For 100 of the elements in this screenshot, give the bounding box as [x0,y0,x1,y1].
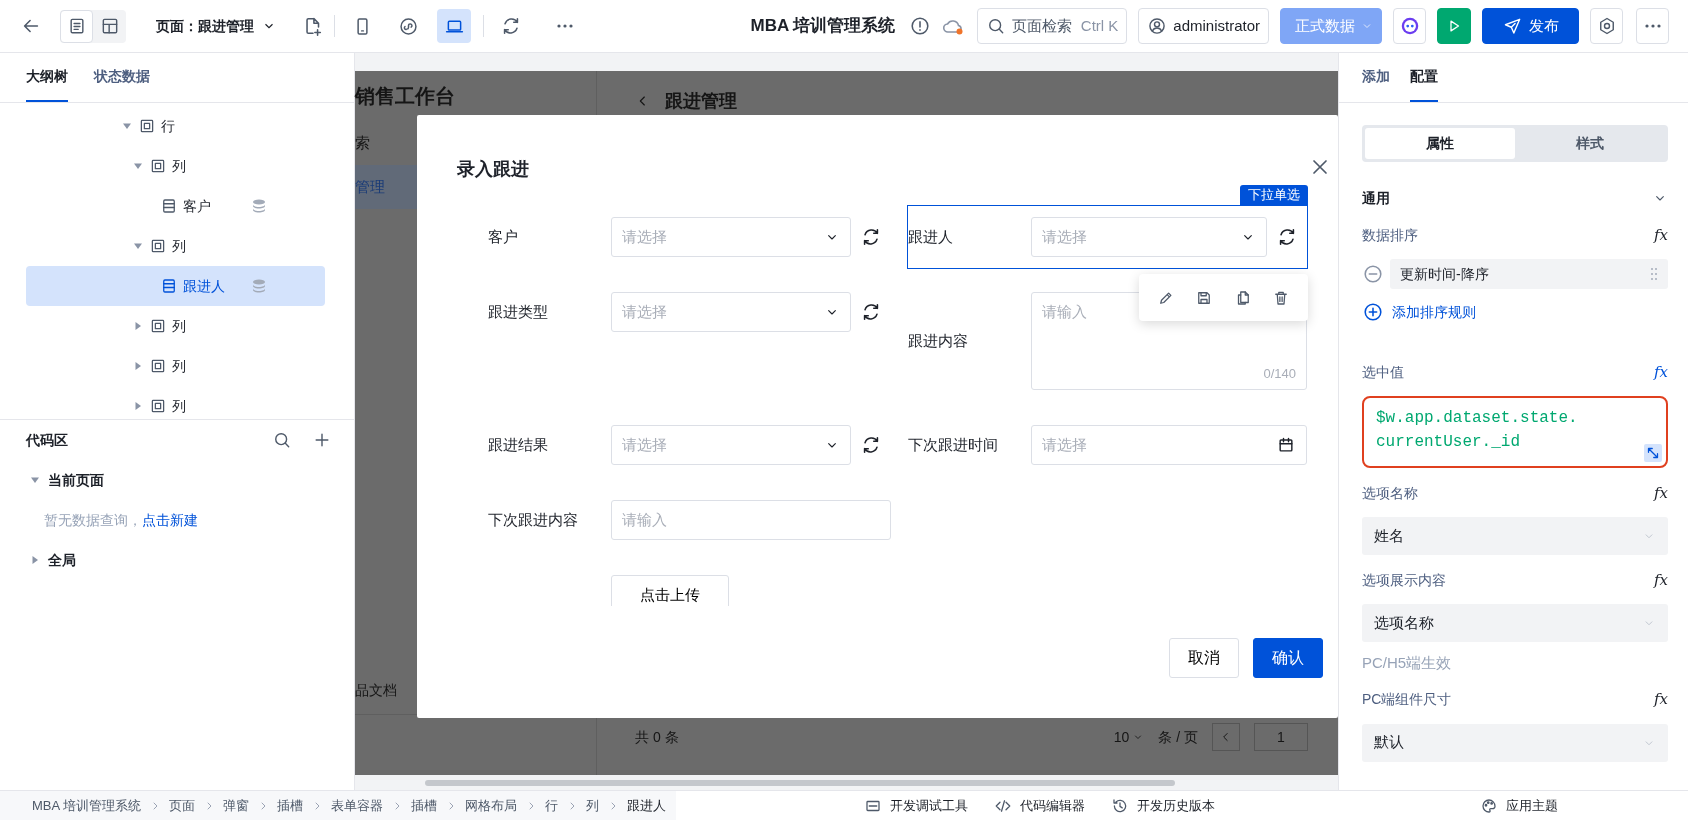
field-label: 下次跟进内容 [488,509,579,530]
breadcrumb-item[interactable]: 行 [545,795,559,816]
settings-button[interactable] [1590,8,1623,44]
publish-button[interactable]: 发布 [1482,8,1579,44]
expand-icon[interactable] [133,321,143,331]
field-label: 下次跟进时间 [908,434,999,455]
more-icon [1643,23,1662,29]
formula-toggle[interactable]: fx [1654,688,1668,711]
confirm-button[interactable]: 确认 [1253,638,1323,678]
formula-toggle[interactable]: fx [1654,360,1668,384]
code-group[interactable]: 当前页面 [0,460,354,500]
tool-button[interactable]: 开发历史版本 [1111,795,1216,816]
calendar-icon [1276,435,1296,455]
user-icon [1147,16,1168,36]
property-label: 数据排序 [1362,225,1418,245]
expand-icon[interactable] [133,401,143,411]
code-group[interactable]: 全局 [0,540,354,580]
container-icon [149,357,167,375]
cancel-button[interactable]: 取消 [1169,638,1239,678]
page-heading: 跟进管理 [665,89,737,113]
property-label: 选项展示内容 [1362,570,1446,590]
outline-item[interactable]: 客户 [26,186,325,226]
user-button[interactable]: administrator [1138,8,1269,44]
collapse-icon[interactable] [133,161,143,171]
property-label: 选项名称 [1362,483,1418,503]
outline-item[interactable]: 列 [26,386,325,419]
more-icon[interactable] [556,23,574,29]
search-icon[interactable] [272,430,292,450]
field-label: 跟进类型 [488,301,549,322]
remove-icon[interactable] [1362,263,1384,285]
outline-item[interactable]: 列 [26,346,325,386]
segment-tab[interactable]: 样式 [1515,128,1665,159]
panel-tab[interactable]: 配置 [1410,53,1438,102]
add-sort-rule-link[interactable]: 添加排序规则 [1362,301,1668,323]
panel-tab[interactable]: 状态数据 [94,53,150,102]
formula-toggle[interactable]: fx [1654,568,1668,592]
section-title: 代码区 [26,430,69,450]
panel-tab[interactable]: 大纲树 [26,53,68,102]
outline-item[interactable]: 列 [26,146,325,186]
selection-frame[interactable]: 跟进人 请选择 [907,205,1308,269]
segment-tab[interactable]: 属性 [1365,128,1515,159]
container-icon [149,157,167,175]
breadcrumb-item[interactable]: 插槽 [277,795,304,816]
select-field[interactable]: 姓名 [1362,517,1668,555]
form-field-icon [160,277,178,295]
form-field-icon [160,197,178,215]
add-icon [1362,301,1384,323]
formula-toggle[interactable]: fx [1654,481,1668,505]
container-icon [149,397,167,415]
panel-tab[interactable]: 添加 [1362,53,1390,102]
outline-item[interactable]: 跟进人 [26,266,325,306]
dialog-title: 录入跟进 [457,158,529,181]
collapse-icon[interactable] [133,241,143,251]
database-icon [251,278,267,294]
container-icon [138,117,156,135]
expand-icon [30,555,40,565]
expand-icon[interactable] [133,361,143,371]
field-label: 客户 [488,226,519,247]
outline-item[interactable]: 列 [26,226,325,266]
upload-button[interactable]: 点击上传 [611,575,729,606]
palette-icon [1480,796,1498,815]
app-heading: 销售工作台 [355,84,456,109]
section-header[interactable]: 通用 [1362,186,1668,210]
breadcrumb-item[interactable]: 插槽 [411,795,438,816]
breadcrumb-item[interactable]: 跟进人 [627,795,667,816]
formula-toggle[interactable]: fx [1654,223,1668,247]
device-button[interactable] [437,9,471,43]
theme-button[interactable]: 应用主题 [1480,795,1558,816]
hint-text: PC/H5端生效 [1362,653,1453,673]
collapse-icon [30,475,40,485]
collapse-icon[interactable] [122,121,132,131]
breadcrumb-item[interactable]: 页面 [169,795,196,816]
outline-item[interactable]: 行 [26,106,325,146]
select-field[interactable]: 选项名称 [1362,604,1668,642]
empty-note: 暂无数据查询，点击新建 [44,510,198,530]
component-type-tag: 下拉单选 [1240,185,1308,205]
app-title: MBA 培训管理系统 [750,15,896,38]
outline-item[interactable]: 列 [26,306,325,346]
property-label: 选中值 [1362,362,1404,382]
assistant-button[interactable] [1393,8,1426,44]
select-field[interactable]: 默认 [1362,723,1668,762]
tool-button[interactable]: 代码编辑器 [994,795,1086,816]
page-search-field[interactable]: 页面检索 Ctrl K [977,8,1128,44]
database-icon [251,198,267,214]
container-icon [149,237,167,255]
sort-rule-field[interactable]: 更新时间-降序 [1390,259,1668,289]
create-link[interactable]: 点击新建 [142,511,198,528]
page-selector[interactable]: 页面：跟进管理 [156,15,276,37]
view-mode-button[interactable] [60,9,93,43]
field-label: 跟进人 [908,226,954,247]
container-icon [149,317,167,335]
drag-handle-icon[interactable] [1650,266,1658,282]
breadcrumb-item[interactable]: 网格布局 [465,795,518,816]
tool-button[interactable]: 开发调试工具 [864,795,969,816]
breadcrumb-item[interactable]: MBA 培训管理系统 [32,795,142,816]
breadcrumb-item[interactable]: 列 [586,795,600,816]
breadcrumb-item[interactable]: 弹窗 [223,795,250,816]
run-button[interactable] [1437,8,1471,44]
send-icon [1502,16,1523,36]
breadcrumb-item[interactable]: 表单容器 [331,795,384,816]
